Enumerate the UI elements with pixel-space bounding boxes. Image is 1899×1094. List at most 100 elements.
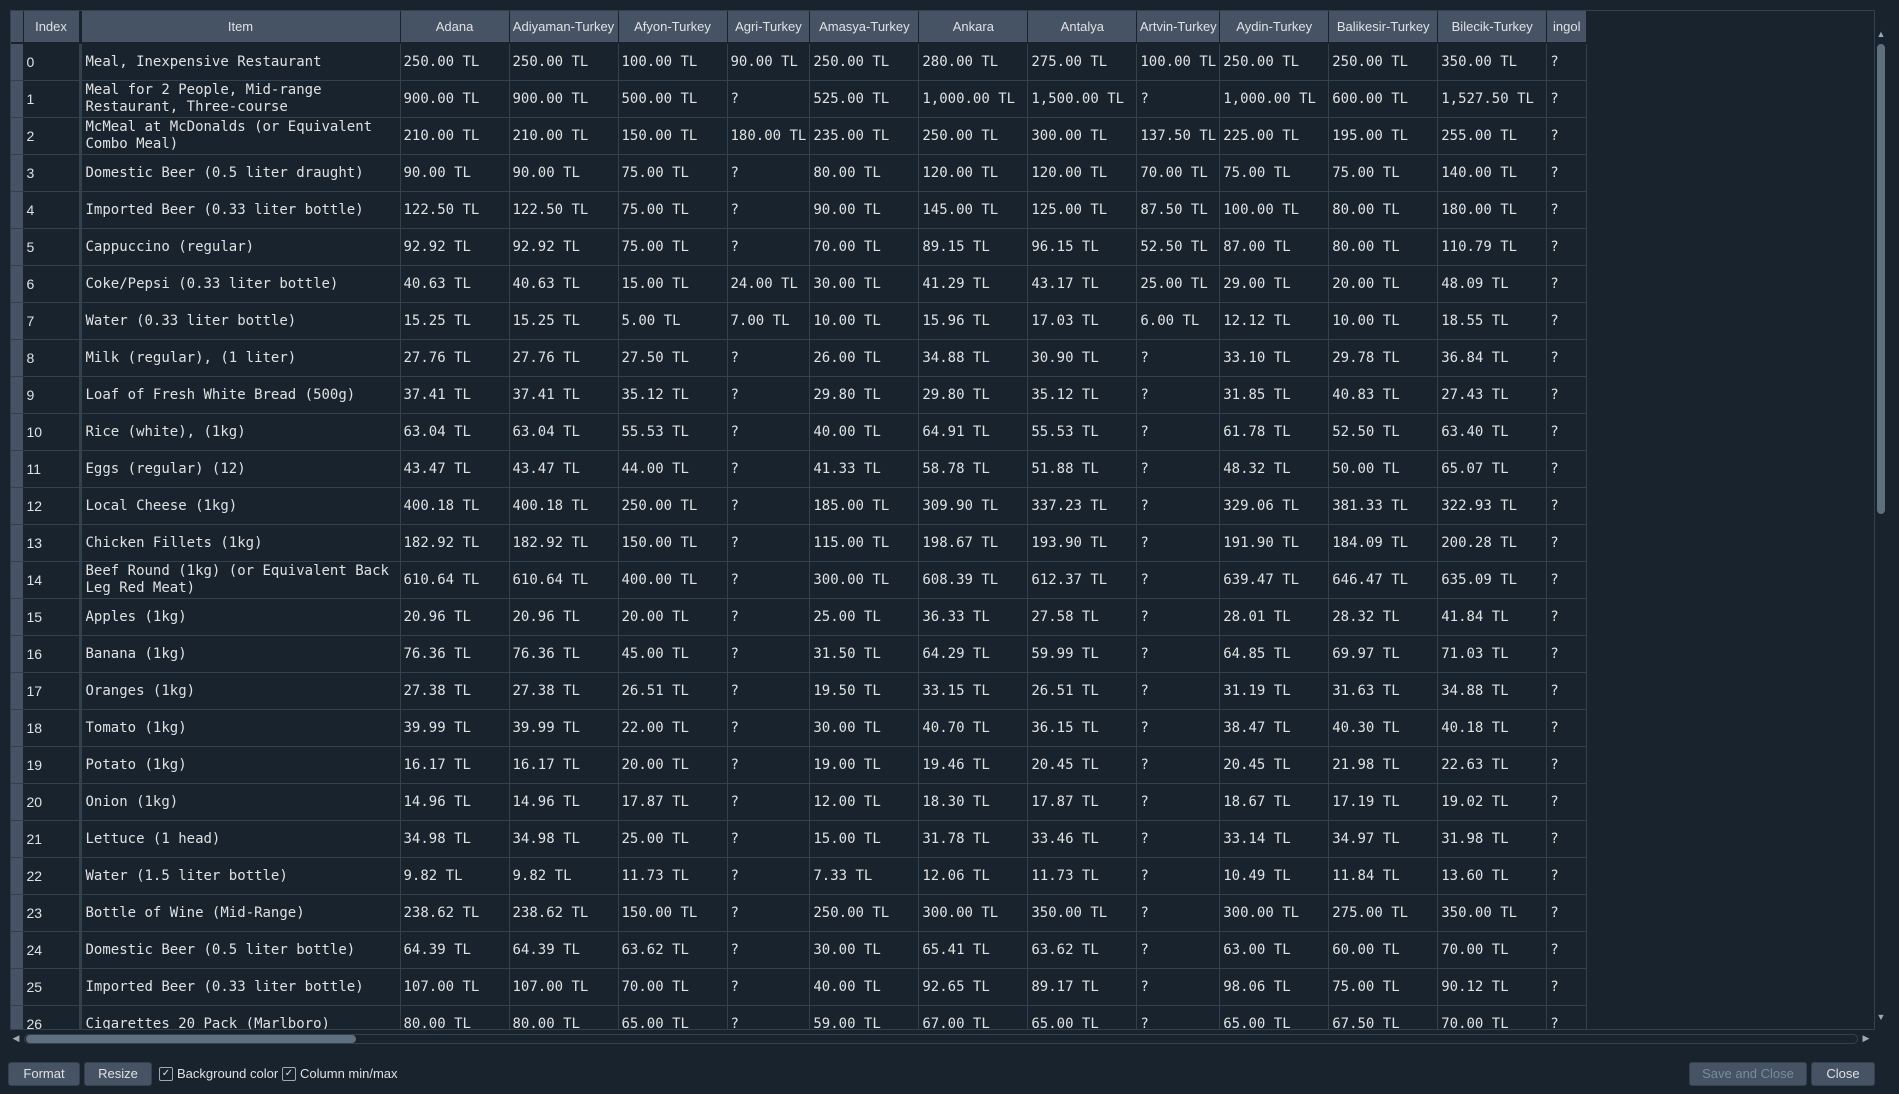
row-header[interactable] (11, 598, 24, 636)
price-cell[interactable]: 900.00 TL (509, 80, 619, 118)
price-cell[interactable]: ? (1136, 80, 1221, 118)
price-cell[interactable]: 71.03 TL (1437, 635, 1548, 673)
price-cell[interactable]: 18.55 TL (1437, 302, 1548, 340)
price-cell[interactable]: 20.96 TL (400, 598, 510, 636)
row-index-cell[interactable]: 15 (23, 598, 82, 636)
price-cell[interactable]: ? (1136, 857, 1221, 895)
price-cell[interactable]: 63.00 TL (1219, 931, 1330, 969)
price-cell[interactable]: ? (1546, 968, 1588, 1006)
price-cell[interactable]: 238.62 TL (400, 894, 510, 932)
row-index-cell[interactable]: 13 (23, 524, 82, 562)
price-cell[interactable]: 250.00 TL (809, 43, 920, 81)
price-cell[interactable]: 210.00 TL (400, 117, 510, 155)
price-cell[interactable]: 182.92 TL (400, 524, 510, 562)
price-cell[interactable]: 9.82 TL (509, 857, 619, 895)
table-row[interactable]: 6 Coke/Pepsi (0.33 liter bottle) 40.63 TL 4… (11, 265, 1588, 303)
price-cell[interactable]: 14.96 TL (400, 783, 510, 821)
price-cell[interactable]: 63.62 TL (618, 931, 728, 969)
price-cell[interactable]: 14.96 TL (509, 783, 619, 821)
item-cell[interactable]: Loaf of Fresh White Bread (500g) (80, 376, 401, 414)
price-cell[interactable]: 600.00 TL (1328, 80, 1439, 118)
price-cell[interactable]: 10.00 TL (809, 302, 920, 340)
price-cell[interactable]: 58.78 TL (918, 450, 1029, 488)
price-cell[interactable]: ? (1546, 931, 1588, 969)
price-cell[interactable]: 75.00 TL (618, 228, 728, 266)
price-cell[interactable]: 195.00 TL (1328, 117, 1439, 155)
price-cell[interactable]: 900.00 TL (400, 80, 510, 118)
vertical-scroll-thumb[interactable] (1877, 44, 1885, 514)
price-cell[interactable]: 15.96 TL (918, 302, 1029, 340)
price-cell[interactable]: 100.00 TL (1219, 191, 1330, 229)
item-cell[interactable]: Local Cheese (1kg) (80, 487, 401, 525)
price-cell[interactable]: 52.50 TL (1328, 413, 1439, 451)
price-cell[interactable]: 40.83 TL (1328, 376, 1439, 414)
row-header[interactable] (11, 339, 24, 377)
price-cell[interactable]: 34.88 TL (1437, 672, 1548, 710)
format-button[interactable]: Format (8, 1062, 80, 1086)
price-cell[interactable]: 17.87 TL (1027, 783, 1138, 821)
arrow-right-icon[interactable]: ▶ (1860, 1032, 1872, 1044)
price-cell[interactable]: 67.50 TL (1328, 1005, 1439, 1029)
row-index-cell[interactable]: 1 (23, 80, 82, 118)
column-header[interactable]: Amasya-Turkey (809, 11, 920, 44)
item-cell[interactable]: Water (1.5 liter bottle) (80, 857, 401, 895)
price-cell[interactable]: 76.36 TL (400, 635, 510, 673)
item-cell[interactable]: Cappuccino (regular) (80, 228, 401, 266)
price-cell[interactable]: 75.00 TL (1328, 968, 1439, 1006)
row-index-cell[interactable]: 26 (23, 1005, 82, 1029)
table-row[interactable]: 12 Local Cheese (1kg) 400.18 TL 400.18 TL 25… (11, 487, 1588, 525)
price-cell[interactable]: ? (1136, 524, 1221, 562)
price-cell[interactable]: 22.63 TL (1437, 746, 1548, 784)
price-cell[interactable]: 76.36 TL (509, 635, 619, 673)
price-cell[interactable]: ? (1546, 746, 1588, 784)
price-cell[interactable]: 48.09 TL (1437, 265, 1548, 303)
column-header[interactable]: Aydin-Turkey (1219, 11, 1330, 44)
price-cell[interactable]: 12.12 TL (1219, 302, 1330, 340)
price-cell[interactable]: 26.00 TL (809, 339, 920, 377)
item-cell[interactable]: Lettuce (1 head) (80, 820, 401, 858)
price-cell[interactable]: ? (1546, 265, 1588, 303)
price-cell[interactable]: 1,000.00 TL (918, 80, 1029, 118)
price-cell[interactable]: 400.18 TL (400, 487, 510, 525)
table-row[interactable]: 24 Domestic Beer (0.5 liter bottle) 64.39 … (11, 931, 1588, 969)
price-cell[interactable]: 610.64 TL (400, 561, 510, 599)
table-row[interactable]: 23 Bottle of Wine (Mid-Range) 238.62 TL 238… (11, 894, 1588, 932)
price-cell[interactable]: 381.33 TL (1328, 487, 1439, 525)
price-cell[interactable]: ? (1546, 413, 1588, 451)
price-cell[interactable]: 40.63 TL (400, 265, 510, 303)
price-cell[interactable]: 25.00 TL (809, 598, 920, 636)
row-header[interactable] (11, 265, 24, 303)
price-cell[interactable]: 27.50 TL (618, 339, 728, 377)
vertical-scrollbar[interactable]: ▲ ▼ (1875, 28, 1887, 1023)
price-cell[interactable]: 250.00 TL (809, 894, 920, 932)
price-cell[interactable]: 27.76 TL (400, 339, 510, 377)
price-cell[interactable]: ? (1136, 561, 1221, 599)
price-cell[interactable]: ? (1136, 709, 1221, 747)
price-cell[interactable]: 25.00 TL (1136, 265, 1221, 303)
table-row[interactable]: 17 Oranges (1kg) 27.38 TL 27.38 TL 26.51 TL?… (11, 672, 1588, 710)
item-cell[interactable]: McMeal at McDonalds (or Equivalent Combo… (80, 117, 401, 155)
price-cell[interactable]: 64.85 TL (1219, 635, 1330, 673)
row-index-cell[interactable]: 23 (23, 894, 82, 932)
price-cell[interactable]: 639.47 TL (1219, 561, 1330, 599)
checkbox-check-icon[interactable]: ✓ (282, 1066, 296, 1081)
price-cell[interactable]: 70.00 TL (1136, 154, 1221, 192)
price-cell[interactable]: 27.58 TL (1027, 598, 1138, 636)
price-cell[interactable]: 238.62 TL (509, 894, 619, 932)
row-header[interactable] (11, 376, 24, 414)
price-cell[interactable]: 120.00 TL (1027, 154, 1138, 192)
price-cell[interactable]: 6.00 TL (1136, 302, 1221, 340)
table-row[interactable]: 18 Tomato (1kg) 39.99 TL 39.99 TL 22.00 TL? 3… (11, 709, 1588, 747)
price-cell[interactable]: 75.00 TL (618, 191, 728, 229)
item-cell[interactable]: Meal for 2 People, Mid-range Restaurant,… (80, 80, 401, 118)
price-cell[interactable]: 250.00 TL (509, 43, 619, 81)
item-cell[interactable]: Oranges (1kg) (80, 672, 401, 710)
price-cell[interactable]: ? (1136, 746, 1221, 784)
row-header[interactable] (11, 783, 24, 821)
price-cell[interactable]: 16.17 TL (400, 746, 510, 784)
price-cell[interactable]: 150.00 TL (618, 117, 728, 155)
price-cell[interactable]: ? (1546, 191, 1588, 229)
price-cell[interactable]: 17.19 TL (1328, 783, 1439, 821)
price-cell[interactable]: ? (1136, 894, 1221, 932)
row-header[interactable] (11, 857, 24, 895)
